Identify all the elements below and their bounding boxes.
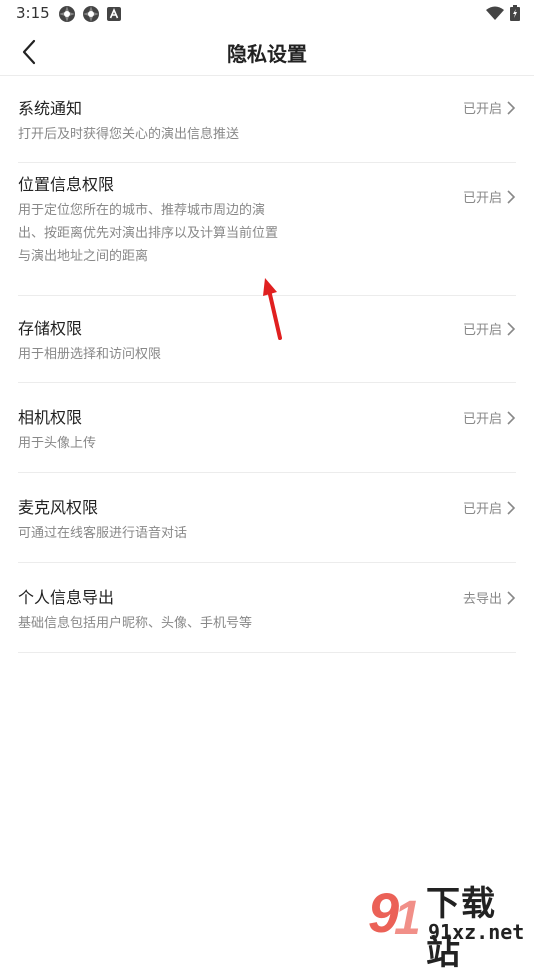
watermark-url: 91xz.net <box>428 920 525 944</box>
status-label: 去导出 <box>462 592 502 607</box>
setting-item-status[interactable]: 去导出 <box>463 588 516 607</box>
setting-item-title: 个人信息导出 <box>18 588 115 607</box>
status-icons-right <box>486 5 520 21</box>
wifi-icon <box>486 6 504 20</box>
setting-item-status[interactable]: 已开启 <box>463 98 516 117</box>
setting-item-microphone[interactable]: 麦克风权限 可通过在线客服进行语音对话 已开启 <box>18 473 516 563</box>
setting-item-desc: 用于头像上传 <box>18 436 97 451</box>
setting-item-title: 麦克风权限 <box>18 498 99 517</box>
text-a-icon <box>107 7 121 21</box>
chevron-right-icon <box>507 590 516 605</box>
chevron-right-icon <box>507 321 516 336</box>
status-time: 3:15 <box>16 4 50 22</box>
status-bar: 3:15 <box>0 0 534 28</box>
chevron-right-icon <box>507 500 516 515</box>
chevron-right-icon <box>507 100 516 115</box>
setting-item-camera[interactable]: 相机权限 用于头像上传 已开启 <box>18 383 516 473</box>
red-arrow-icon <box>263 278 282 340</box>
status-label: 已开启 <box>462 102 502 117</box>
chevron-right-icon <box>507 189 516 204</box>
setting-item-title: 位置信息权限 <box>18 175 115 194</box>
setting-item-export[interactable]: 个人信息导出 基础信息包括用户昵称、头像、手机号等 去导出 <box>18 563 516 653</box>
app-notification-icon <box>59 6 75 22</box>
setting-item-status[interactable]: 已开启 <box>463 498 516 517</box>
status-label: 已开启 <box>462 191 502 206</box>
setting-item-status[interactable]: 已开启 <box>463 319 516 338</box>
status-label: 已开启 <box>462 412 502 427</box>
setting-item-status[interactable]: 已开启 <box>463 187 516 206</box>
battery-charging-icon <box>510 5 520 21</box>
setting-item-desc: 基础信息包括用户昵称、头像、手机号等 <box>18 616 253 631</box>
setting-item-title: 相机权限 <box>18 408 83 427</box>
app-notification-icon <box>83 6 99 22</box>
setting-item-desc: 可通过在线客服进行语音对话 <box>18 526 188 541</box>
setting-item-status[interactable]: 已开启 <box>463 408 516 427</box>
svg-text:1: 1 <box>394 892 421 945</box>
status-label: 已开启 <box>462 502 502 517</box>
watermark: 9 1 下载站 91xz.net <box>368 872 528 973</box>
status-label: 已开启 <box>462 323 502 338</box>
setting-item-desc: 用于定位您所在的城市、推荐城市周边的演 出、按距离优先对演出排序以及计算当前位置… <box>18 203 279 264</box>
status-icons-left <box>58 5 122 23</box>
settings-list: 系统通知 打开后及时获得您关心的演出信息推送 已开启 位置信息权限 用于定位您所… <box>18 76 516 653</box>
chevron-right-icon <box>507 410 516 425</box>
